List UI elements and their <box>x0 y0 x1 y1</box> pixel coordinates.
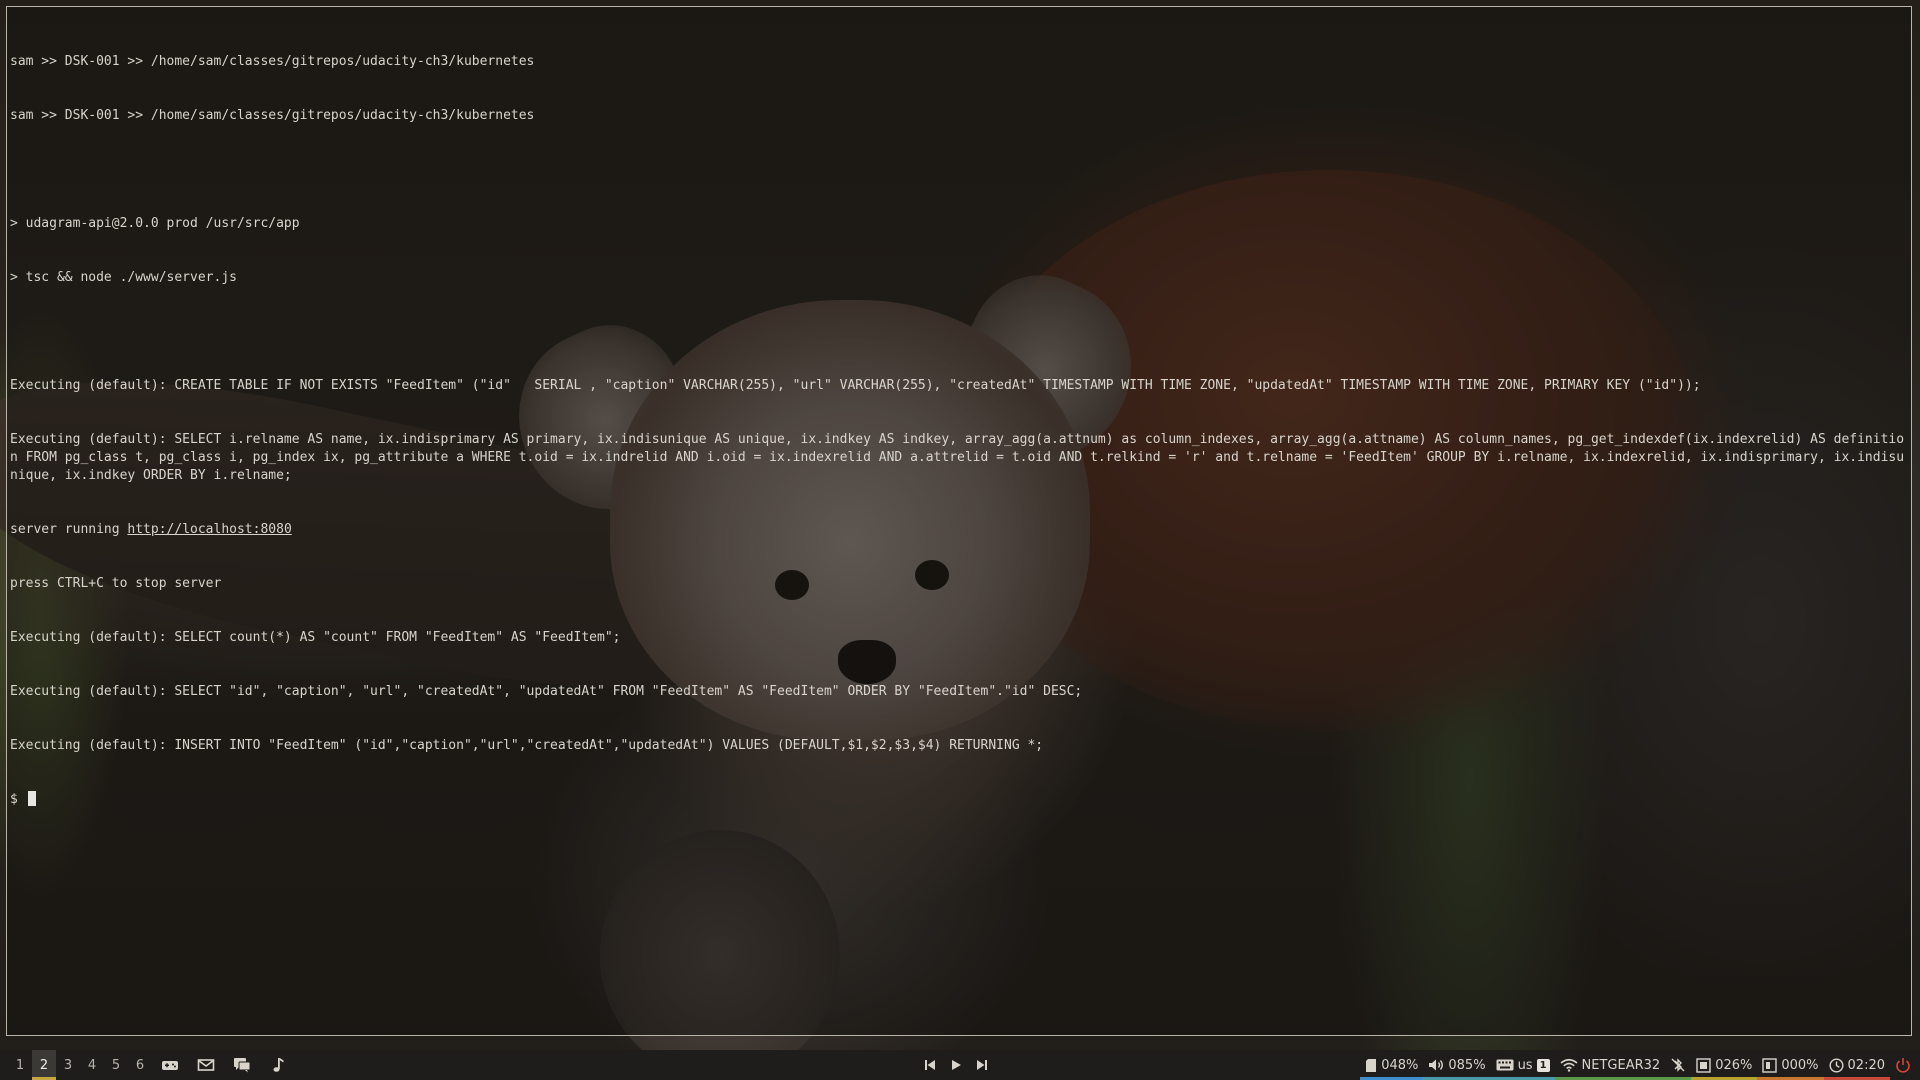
terminal-line: sam >> DSK-001 >> /home/sam/classes/gitr… <box>10 54 535 69</box>
power-button[interactable] <box>1890 1050 1916 1080</box>
terminal-line: sam >> DSK-001 >> /home/sam/classes/gitr… <box>10 108 535 123</box>
volume-value: 085% <box>1448 1057 1486 1073</box>
workspace-2[interactable]: 2 <box>32 1050 56 1080</box>
chat-icon[interactable] <box>224 1050 260 1080</box>
previous-track-icon[interactable] <box>922 1057 938 1073</box>
prompt-line[interactable]: $ <box>10 791 1905 809</box>
clock-time: 02:20 <box>1847 1057 1885 1073</box>
keyboard-layout-value: us <box>1517 1057 1533 1073</box>
workspace-4[interactable]: 4 <box>80 1050 104 1080</box>
network-indicator[interactable]: NETGEAR32 <box>1555 1050 1666 1080</box>
workspace-3[interactable]: 3 <box>56 1050 80 1080</box>
wifi-icon <box>1560 1058 1578 1072</box>
server-running-text: server running <box>10 522 128 537</box>
bluetooth-off-icon <box>1670 1057 1686 1073</box>
music-note-icon[interactable] <box>260 1050 296 1080</box>
disk-indicator[interactable]: 000% <box>1757 1050 1823 1080</box>
shell-prompt: $ <box>10 792 26 807</box>
clock[interactable]: 02:20 <box>1824 1050 1890 1080</box>
cpu-indicator[interactable]: 026% <box>1691 1050 1757 1080</box>
next-track-icon[interactable] <box>974 1057 990 1073</box>
workspace-1[interactable]: 1 <box>8 1050 32 1080</box>
mail-icon[interactable] <box>188 1050 224 1080</box>
terminal-line: Executing (default): SELECT count(*) AS … <box>10 630 621 645</box>
bluetooth-indicator[interactable] <box>1665 1050 1691 1080</box>
text-cursor <box>27 791 36 806</box>
cpu-value: 026% <box>1715 1057 1753 1073</box>
terminal-line: > udagram-api@2.0.0 prod /usr/src/app <box>10 216 300 231</box>
speaker-icon <box>1428 1058 1444 1072</box>
server-running-line: server running http://localhost:8080 <box>10 521 1905 539</box>
power-icon <box>1895 1057 1911 1073</box>
workspace-6[interactable]: 6 <box>128 1050 152 1080</box>
terminal-output[interactable]: sam >> DSK-001 >> /home/sam/classes/gitr… <box>10 17 1905 845</box>
workspace-5[interactable]: 5 <box>104 1050 128 1080</box>
media-controls <box>922 1050 990 1080</box>
memory-icon <box>1365 1058 1377 1073</box>
memory-indicator[interactable]: 048% <box>1360 1050 1423 1080</box>
terminal-window[interactable]: sam >> DSK-001 >> /home/sam/classes/gitr… <box>6 6 1912 1036</box>
cpu-icon <box>1696 1057 1711 1073</box>
system-indicators: 048% 085% us 1 NETGEAR32 026% 000% 02:20 <box>1360 1050 1916 1080</box>
volume-indicator[interactable]: 085% <box>1423 1050 1490 1080</box>
keyboard-icon <box>1496 1059 1514 1071</box>
status-bar: 1 2 3 4 5 6 048% 085% us 1 NETGEAR32 026… <box>0 1050 1920 1080</box>
terminal-line: Executing (default): SELECT "id", "capti… <box>10 684 1083 699</box>
network-name: NETGEAR32 <box>1581 1057 1661 1073</box>
terminal-line: press CTRL+C to stop server <box>10 576 222 591</box>
play-icon[interactable] <box>948 1057 964 1073</box>
workspace-switcher: 1 2 3 4 5 6 <box>8 1050 296 1080</box>
server-url-link[interactable]: http://localhost:8080 <box>127 522 291 537</box>
terminal-line: Executing (default): INSERT INTO "FeedIt… <box>10 738 1044 753</box>
keyboard-badge: 1 <box>1536 1058 1550 1072</box>
terminal-line: > tsc && node ./www/server.js <box>10 270 237 285</box>
memory-value: 048% <box>1381 1057 1419 1073</box>
disk-icon <box>1762 1057 1778 1073</box>
clock-icon <box>1829 1057 1844 1073</box>
terminal-line: Executing (default): SELECT i.relname AS… <box>10 432 1905 483</box>
terminal-line: Executing (default): CREATE TABLE IF NOT… <box>10 378 1701 393</box>
keyboard-layout-indicator[interactable]: us 1 <box>1491 1050 1555 1080</box>
gamepad-icon[interactable] <box>152 1050 188 1080</box>
disk-value: 000% <box>1781 1057 1819 1073</box>
